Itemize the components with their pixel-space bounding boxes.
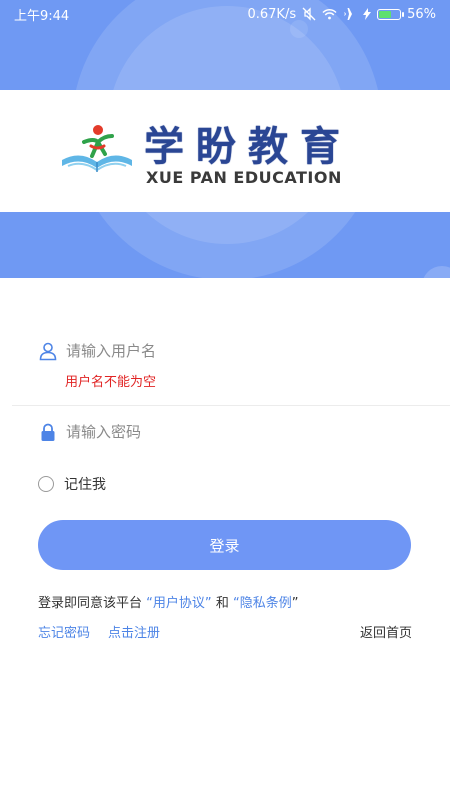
status-bar: 上午9:44 0.67K/s 56% — [0, 0, 450, 28]
quote-open: “ — [146, 596, 153, 611]
privacy-policy-link[interactable]: 隐私条例 — [240, 596, 292, 611]
user-icon — [39, 342, 57, 361]
lock-icon — [41, 423, 55, 441]
logo-banner: 学盼教育 XUE PAN EDUCATION — [0, 90, 450, 212]
bottom-links: 忘记密码 点击注册 返回首页 — [38, 622, 412, 641]
remember-radio-icon[interactable] — [38, 476, 54, 492]
divider — [12, 405, 450, 406]
login-button[interactable]: 登录 — [38, 520, 411, 570]
remember-me-checkbox[interactable]: 记住我 — [38, 474, 106, 494]
network-speed: 0.67K/s — [247, 6, 297, 22]
user-agreement-link[interactable]: 用户协议 — [153, 596, 205, 611]
password-field — [38, 417, 418, 447]
quote-close: ” — [291, 596, 299, 611]
charging-icon — [363, 8, 372, 20]
wifi-icon — [322, 8, 337, 20]
brand-name-cn: 学盼教育 — [144, 124, 352, 170]
back-home-link[interactable]: 返回首页 — [360, 622, 412, 641]
battery-icon — [377, 8, 405, 20]
agreement-and: 和 — [215, 596, 229, 611]
header-banner: 上午9:44 0.67K/s 56% 学盼教育 XUE PAN EDUCATIO… — [0, 0, 450, 278]
quote-open: “ — [232, 596, 240, 611]
brand-name-en: XUE PAN EDUCATION — [146, 168, 342, 187]
decor-bubble — [422, 266, 450, 278]
logo-icon — [62, 125, 132, 172]
forgot-password-link[interactable]: 忘记密码 — [38, 622, 90, 641]
status-icons: 0.67K/s 56% — [247, 7, 436, 22]
username-field — [38, 336, 418, 366]
username-input[interactable] — [66, 342, 366, 360]
battery-percent: 56% — [407, 6, 436, 22]
register-link[interactable]: 点击注册 — [108, 622, 160, 641]
quote-close: ” — [204, 596, 212, 611]
agreement-text: 登录即同意该平台 “用户协议” 和 “隐私条例” — [38, 592, 298, 611]
agreement-prefix: 登录即同意该平台 — [38, 596, 143, 611]
remember-me-label: 记住我 — [64, 477, 106, 493]
airplane-icon — [344, 8, 357, 20]
username-error: 用户名不能为空 — [65, 375, 157, 390]
status-time: 上午9:44 — [14, 8, 70, 24]
password-input[interactable] — [66, 423, 366, 441]
mute-icon — [302, 7, 316, 21]
